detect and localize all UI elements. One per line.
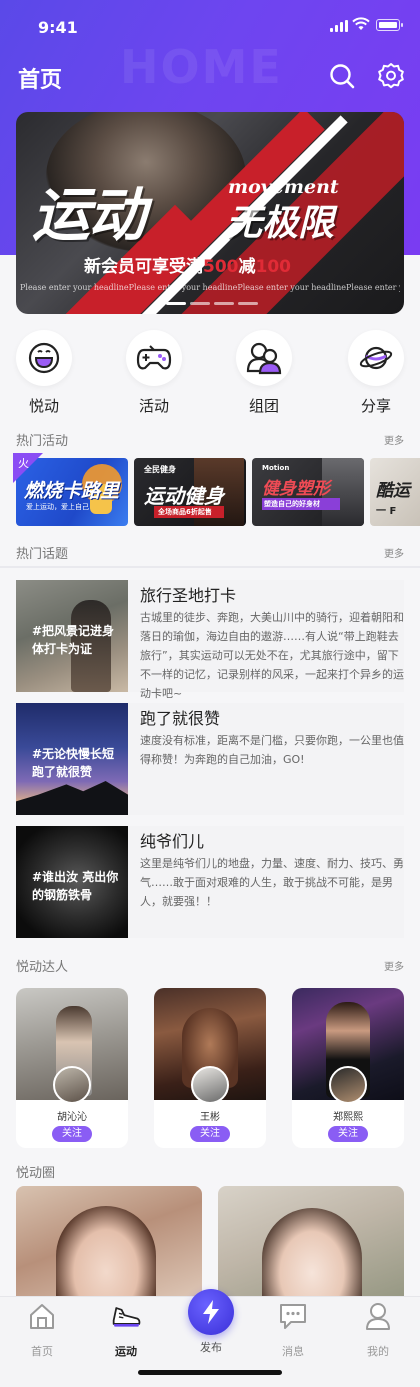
- activity-title: 酷运: [376, 481, 410, 501]
- home-icon: [30, 1304, 54, 1329]
- hot-topics-header: 热门话题 更多: [16, 543, 404, 563]
- tab-messages[interactable]: 消息: [263, 1301, 323, 1359]
- quick-nav-item-yuedong[interactable]: 悦动: [9, 330, 79, 416]
- banner-fine-print: Please enter your headlinePlease enter y…: [20, 283, 400, 292]
- gamepad-icon: [136, 345, 172, 370]
- topic-title: 纯爷们儿: [140, 832, 205, 851]
- more-link[interactable]: 更多: [384, 545, 404, 560]
- activity-subtitle: 全场商品6折起售: [158, 508, 212, 516]
- planet-icon: [359, 346, 393, 370]
- publish-button[interactable]: [188, 1289, 234, 1335]
- topic-description: 这里是纯爷们儿的地盘，力量、速度、耐力、技巧、勇气……敢于面对艰难的人生，敢于挑…: [140, 857, 404, 908]
- topic-thumbnail-text: #无论快慢长短跑了就很赞: [32, 747, 115, 779]
- expert-name: 王彬: [200, 1112, 220, 1123]
- more-link[interactable]: 更多: [384, 958, 404, 973]
- banner-title-2: 无极限: [226, 202, 335, 244]
- hot-activities-header: 热门活动 更多: [16, 430, 404, 450]
- section-title: 热门活动: [16, 434, 69, 449]
- banner-subtitle: 新会员可享受满500减100: [84, 257, 291, 277]
- topic-thumbnail-text: #谁出汝 亮出你的钢筋铁骨: [32, 870, 119, 902]
- expert-name: 胡沁沁: [57, 1112, 87, 1123]
- section-divider: [0, 566, 420, 568]
- profile-icon: [366, 1303, 390, 1330]
- home-indicator[interactable]: [138, 1370, 282, 1375]
- quick-nav-item-activity[interactable]: 活动: [119, 330, 189, 416]
- expert-card[interactable]: 胡沁沁 关注: [16, 988, 128, 1148]
- activity-card[interactable]: 酷运 一 F: [370, 458, 420, 526]
- activity-top-label: Motion: [262, 464, 290, 472]
- topic-description: 速度没有标准，距离不是门槛，只要你跑，一公里也值得称赞！为奔跑的自己加油，GO!: [140, 734, 404, 766]
- status-time: 9:41: [38, 18, 78, 37]
- avatar[interactable]: [53, 1066, 91, 1104]
- quick-nav-label: 分享: [360, 397, 391, 415]
- tab-label: 消息: [282, 1345, 304, 1358]
- tab-profile[interactable]: 我的: [348, 1301, 408, 1359]
- experts-header: 悦动达人 更多: [16, 956, 404, 976]
- quick-nav-label: 活动: [138, 397, 169, 415]
- avatar[interactable]: [329, 1066, 367, 1104]
- tab-publish[interactable]: 发布: [181, 1289, 241, 1355]
- follow-button[interactable]: 关注: [190, 1126, 230, 1142]
- topic-description: 古城里的徒步、奔跑，大美山川中的骑行，迎着朝阳和落日的瑜伽，海边自由的遨游……有…: [140, 611, 404, 700]
- page-title: 首页: [18, 68, 63, 93]
- tab-home[interactable]: 首页: [12, 1301, 72, 1359]
- topic-thumbnail-text: #把风景记进身体打卡为证: [32, 624, 115, 656]
- group-icon: [246, 342, 282, 375]
- more-link[interactable]: 更多: [384, 432, 404, 447]
- topic-title: 跑了就很赞: [140, 709, 221, 728]
- promo-banner[interactable]: 运动 movement 无极限 新会员可享受满500减100 Please en…: [16, 112, 404, 314]
- activity-subtitle: 一 F: [376, 506, 397, 517]
- quick-nav-label: 组团: [248, 397, 279, 415]
- sneaker-icon: [112, 1307, 141, 1327]
- smile-icon: [28, 342, 60, 374]
- tab-label: 发布: [200, 1341, 222, 1354]
- section-title: 悦动圈: [16, 1166, 56, 1181]
- battery-icon: [376, 19, 403, 31]
- signal-icon: [330, 20, 348, 32]
- topic-thumbnail: #谁出汝 亮出你的钢筋铁骨: [16, 826, 128, 938]
- circle-header: 悦动圈: [16, 1162, 404, 1182]
- expert-card[interactable]: 王彬 关注: [154, 988, 266, 1148]
- tab-sport[interactable]: 运动: [96, 1301, 156, 1359]
- status-bar: 9:41: [0, 0, 420, 56]
- activity-title: 健身塑形: [262, 479, 330, 499]
- topic-card[interactable]: #把风景记进身体打卡为证 旅行圣地打卡 古城里的徒步、奔跑，大美山川中的骑行，迎…: [16, 580, 404, 700]
- quick-nav: 悦动 活动 组团 分享: [0, 330, 420, 420]
- expert-card[interactable]: 郑熙熙 关注: [292, 988, 404, 1148]
- activity-subtitle: 爱上运动，爱上自己: [26, 503, 89, 511]
- topic-thumbnail: #把风景记进身体打卡为证: [16, 580, 128, 692]
- follow-button[interactable]: 关注: [52, 1126, 92, 1142]
- tab-label: 首页: [31, 1345, 53, 1358]
- activity-card[interactable]: 全民健身 运动健身 全场商品6折起售: [134, 458, 246, 526]
- topic-card[interactable]: #谁出汝 亮出你的钢筋铁骨 纯爷们儿 这里是纯爷们儿的地盘，力量、速度、耐力、技…: [16, 826, 404, 938]
- wifi-icon: [352, 17, 370, 30]
- topic-title: 旅行圣地打卡: [140, 586, 237, 605]
- activity-title: 运动健身: [144, 484, 224, 508]
- tab-label: 我的: [367, 1345, 389, 1358]
- tab-label: 运动: [115, 1345, 137, 1358]
- hot-badge-label: 火: [18, 457, 29, 470]
- quick-nav-label: 悦动: [28, 397, 59, 415]
- expert-name: 郑熙熙: [333, 1112, 363, 1123]
- activity-subtitle: 塑造自己的好身材: [264, 500, 320, 508]
- topic-card[interactable]: #无论快慢长短跑了就很赞 跑了就很赞 速度没有标准，距离不是门槛，只要你跑，一公…: [16, 703, 404, 815]
- message-icon: [280, 1304, 306, 1329]
- gear-icon[interactable]: [377, 62, 405, 90]
- follow-button[interactable]: 关注: [328, 1126, 368, 1142]
- topic-thumbnail: #无论快慢长短跑了就很赞: [16, 703, 128, 815]
- banner-title: 运动: [32, 181, 146, 249]
- lightning-icon: [203, 1300, 219, 1324]
- banner-pagination[interactable]: [166, 302, 258, 305]
- activity-top-label: 全民健身: [144, 465, 176, 474]
- activity-card[interactable]: Motion 健身塑形 塑造自己的好身材: [252, 458, 364, 526]
- quick-nav-item-share[interactable]: 分享: [341, 330, 411, 416]
- search-icon[interactable]: [328, 62, 356, 90]
- section-title: 热门话题: [16, 547, 69, 562]
- section-title: 悦动达人: [16, 960, 69, 975]
- avatar[interactable]: [191, 1066, 229, 1104]
- quick-nav-item-group[interactable]: 组团: [229, 330, 299, 416]
- home-screen: HOME 9:41 首页 运动 movement 无极限 新会员可享受满500减…: [0, 0, 420, 1387]
